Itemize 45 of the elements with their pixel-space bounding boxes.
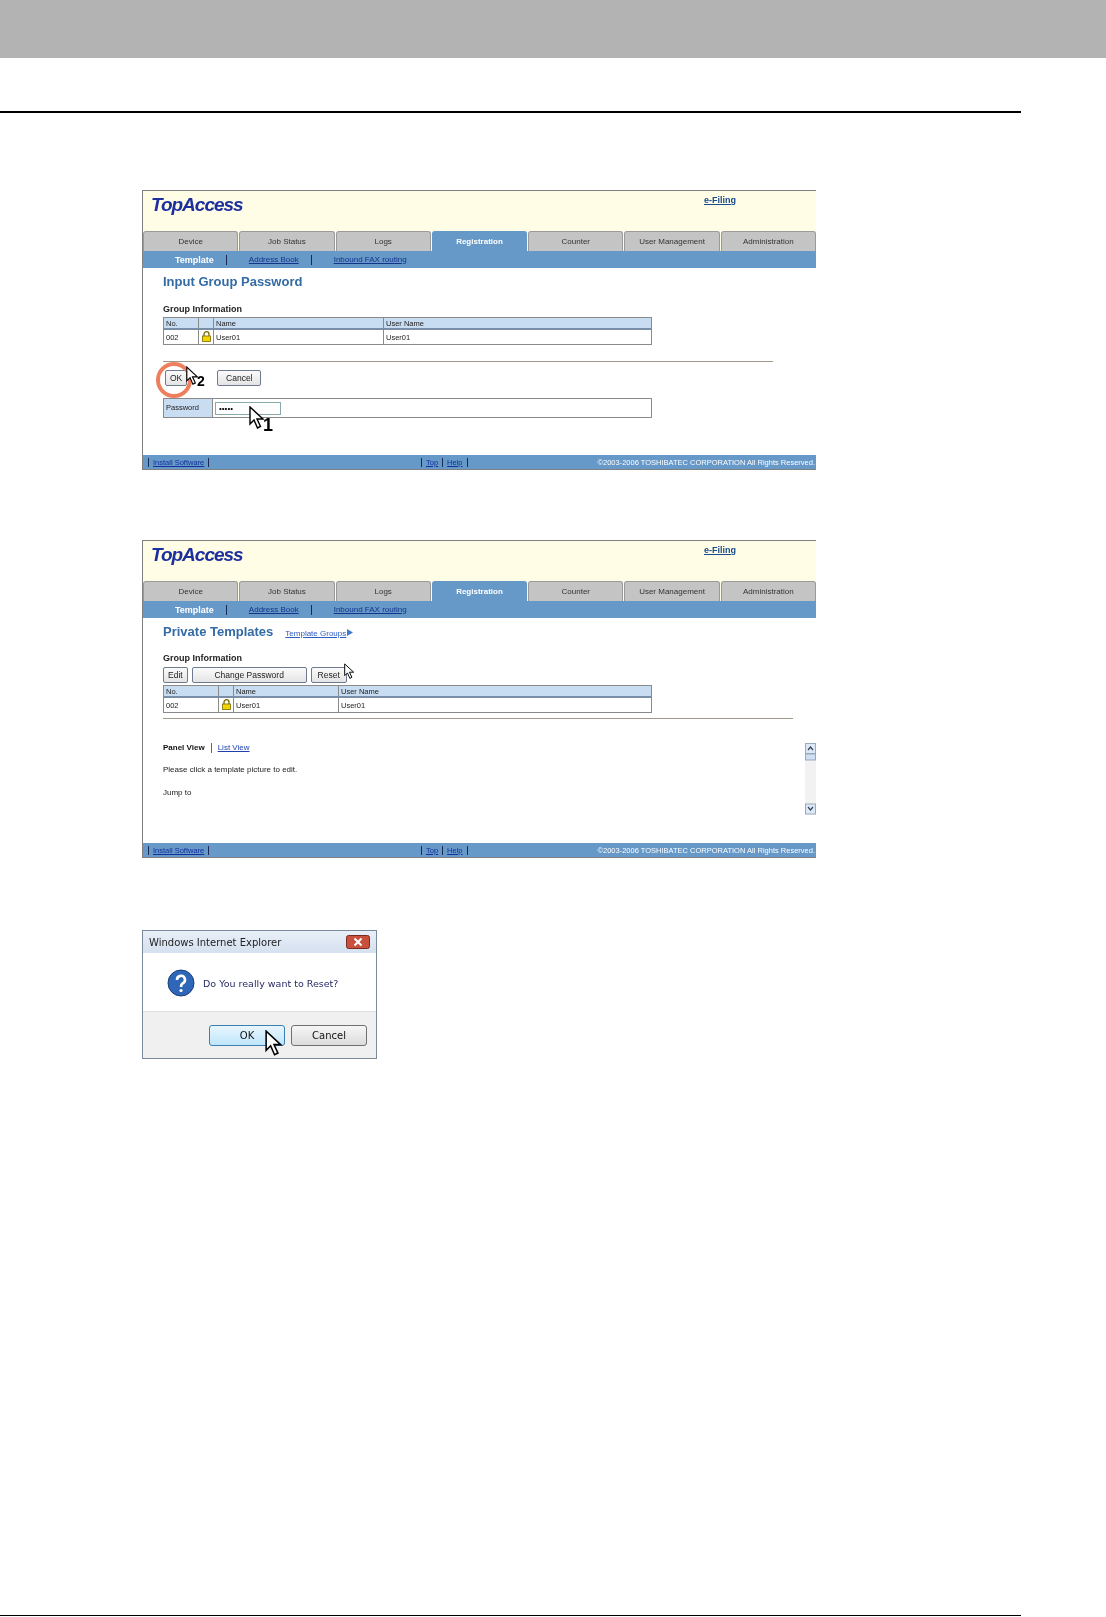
sub-navigation-link[interactable]: Address Book <box>225 254 311 265</box>
tab[interactable]: Job Status <box>239 581 335 601</box>
action-button[interactable]: Change Password <box>191 667 307 683</box>
header-link[interactable]: e-Filing <box>704 195 736 231</box>
tab[interactable]: Device <box>143 231 239 251</box>
tab[interactable]: Administration <box>720 581 816 601</box>
instruction-text: Please click a template picture to edit. <box>163 765 299 774</box>
tab[interactable]: Counter <box>528 231 624 251</box>
section-heading: Group Information <box>163 653 243 663</box>
tab[interactable]: Job Status <box>239 231 335 251</box>
section-heading: Group Information <box>163 304 243 314</box>
close-icon[interactable] <box>346 935 370 949</box>
dialog-button[interactable]: Cancel <box>291 1025 367 1046</box>
dialog-title: Windows Internet Explorer <box>149 936 282 948</box>
tab[interactable]: Device <box>143 581 239 601</box>
logo: TopAccess <box>151 195 243 217</box>
arrow-icon <box>347 629 354 636</box>
dialog-button[interactable]: OK <box>209 1025 285 1046</box>
jump-label: Jump to <box>163 788 193 797</box>
template-groups-link[interactable]: Template Groups <box>285 629 354 638</box>
sub-navigation-link[interactable]: Inbound FAX routing <box>310 604 419 615</box>
action-button[interactable]: Edit <box>163 667 188 683</box>
page-title: Input Group Password <box>163 274 303 289</box>
scrollbar <box>805 743 816 815</box>
question-icon <box>167 969 195 997</box>
step-number: 1 <box>263 415 273 434</box>
password-field[interactable]: ••••• <box>215 401 281 415</box>
logo: TopAccess <box>151 545 243 567</box>
tab[interactable]: User Management <box>624 231 720 251</box>
view-link[interactable]: List View <box>210 743 256 753</box>
form-button[interactable]: Cancel <box>217 370 262 386</box>
header-link[interactable]: e-Filing <box>704 545 736 581</box>
form-button[interactable]: OK <box>165 370 188 386</box>
view-link[interactable]: Panel View <box>163 743 211 753</box>
step-number: 2 <box>197 374 205 388</box>
action-button[interactable]: Reset <box>310 667 347 683</box>
dialog-message: Do You really want to Reset? <box>203 977 339 989</box>
tab[interactable]: Logs <box>335 581 431 601</box>
sub-navigation-link[interactable]: Inbound FAX routing <box>310 254 419 265</box>
tab[interactable]: User Management <box>624 581 720 601</box>
tab[interactable]: Logs <box>335 231 431 251</box>
page-title: Private Templates <box>163 624 274 639</box>
sub-navigation-link[interactable]: Address Book <box>225 604 311 615</box>
tab[interactable]: Counter <box>528 581 624 601</box>
tab[interactable]: Administration <box>720 231 816 251</box>
